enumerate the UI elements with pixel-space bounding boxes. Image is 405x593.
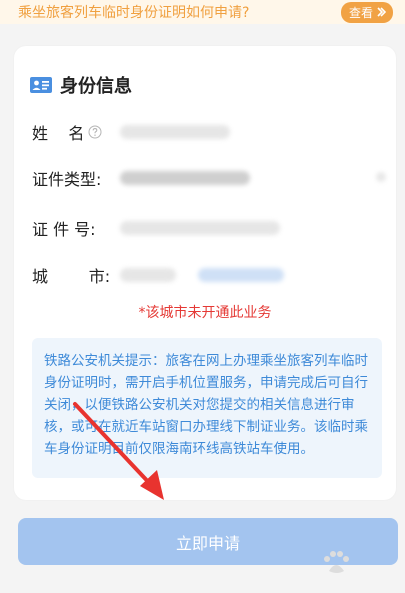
id-type-label: 证件类型:	[32, 170, 102, 189]
id-type-field[interactable]: 证件类型:	[32, 166, 386, 190]
name-label-text: 姓 名	[32, 124, 85, 143]
name-field[interactable]: 姓 名	[32, 120, 382, 144]
city-field[interactable]: 城 市:	[32, 263, 382, 287]
question-circle-icon[interactable]	[88, 125, 102, 139]
city-value-redacted	[120, 268, 176, 282]
id-card-icon	[30, 77, 52, 93]
identity-card: 身份信息 姓 名 证件类型: 证 件 号: 城 市: *该城市未开通此业务 铁路…	[14, 46, 396, 500]
city-select-redacted[interactable]	[198, 268, 284, 282]
chevron-right-icon	[377, 7, 387, 17]
baidu-jingyan-logo	[324, 551, 349, 573]
view-button[interactable]: 查看	[340, 1, 393, 23]
page: 乘坐旅客列车临时身份证明如何申请? 查看 身份信息 姓 名 证件类型: 证 件 …	[0, 0, 405, 593]
name-value-redacted	[120, 125, 230, 139]
card-header: 身份信息	[30, 72, 132, 98]
chevron-down-icon[interactable]	[376, 172, 386, 182]
police-tip: 铁路公安机关提示：旅客在网上办理乘坐旅客列车临时身份证明时，需开启手机位置服务，…	[32, 338, 382, 478]
id-type-value-redacted	[120, 171, 250, 185]
id-number-label: 证 件 号:	[32, 220, 96, 239]
name-label: 姓 名	[32, 120, 120, 144]
city-warning: *该城市未开通此业务	[138, 305, 272, 321]
view-button-label: 查看	[348, 5, 373, 20]
card-title: 身份信息	[60, 76, 132, 97]
city-label: 城 市:	[32, 267, 111, 286]
notice-text: 乘坐旅客列车临时身份证明如何申请?	[18, 5, 250, 21]
notice-banner[interactable]: 乘坐旅客列车临时身份证明如何申请? 查看	[0, 0, 405, 24]
id-number-value-redacted	[120, 221, 280, 235]
id-number-field[interactable]: 证 件 号:	[32, 216, 382, 240]
